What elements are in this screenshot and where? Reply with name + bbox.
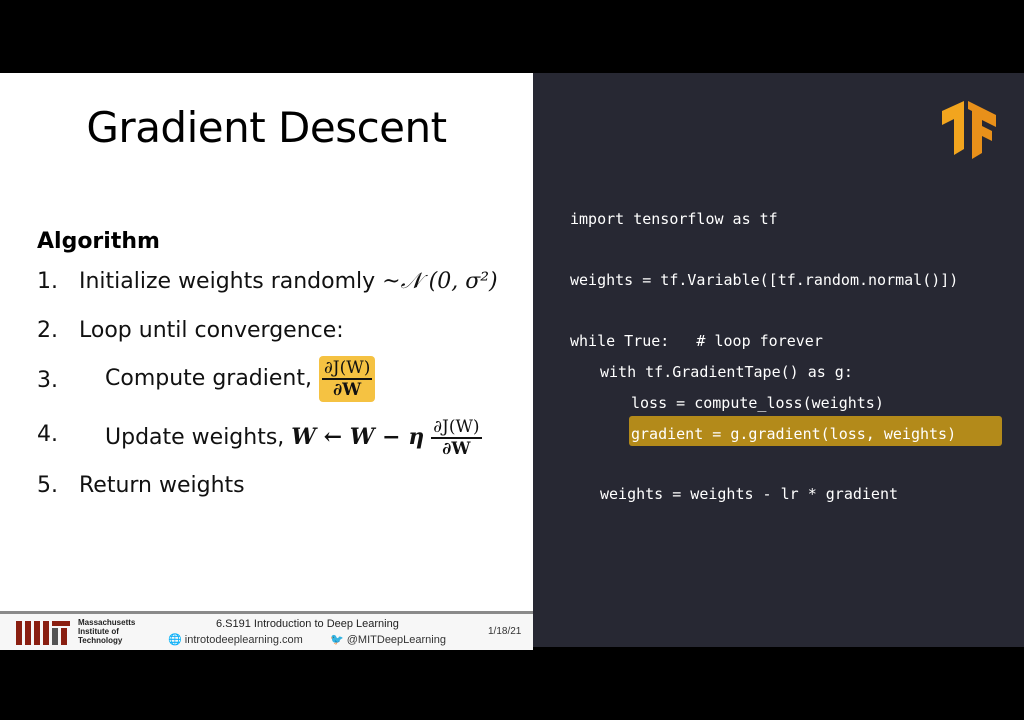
fraction-denominator: ∂W [333,380,362,400]
step-text: Initialize weights randomly [79,269,383,294]
step-number: 2. [37,318,58,343]
step-2: Loop until convergence: [79,318,344,343]
step-number: 5. [37,473,58,498]
twitter-handle: @MITDeepLearning [346,634,446,646]
code-line-weights-init: weights = tf.Variable([tf.random.normal(… [570,271,959,289]
step-text: Update weights, [105,425,292,450]
slide-title: Gradient Descent [86,103,447,152]
step-number: 3. [37,368,58,393]
globe-icon: 🌐 [168,634,185,646]
code-line-with: with tf.GradientTape() as g: [600,363,853,381]
code-line-gradient: gradient = g.gradient(loss, weights) [631,425,957,443]
step-math: W ← W − η [291,424,425,450]
step-4: Update weights, W ← W − η ∂J(W) ∂W [105,417,482,459]
code-line-while: while True: # loop forever [570,332,823,350]
twitter-icon: 🐦 [330,634,347,646]
twitter-link[interactable]: 🐦 @MITDeepLearning [330,633,446,646]
mit-name: Massachusetts Institute of Technology [78,618,136,645]
step-3: Compute gradient, ∂J(W) ∂W [105,356,376,402]
code-line-import: import tensorflow as tf [570,210,778,228]
step-1: Initialize weights randomly ~𝒩 (0, σ²) [79,269,498,294]
code-line-loss: loss = compute_loss(weights) [631,394,884,412]
fraction-numerator: ∂J(W) [431,417,482,439]
step-number: 1. [37,269,58,294]
step-text: Compute gradient, [105,366,319,391]
step-number: 4. [37,422,58,447]
website-link[interactable]: 🌐 introtodeeplearning.com [168,633,303,646]
tensorflow-logo [942,101,996,159]
gradient-highlight: ∂J(W) ∂W [318,356,376,402]
code-line-update: weights = weights - lr * gradient [600,485,899,503]
slide-date: 1/18/21 [488,626,522,637]
slide-panel: Gradient Descent Algorithm 1. Initialize… [0,73,533,650]
fraction-denominator: ∂W [442,439,471,459]
fraction-numerator: ∂J(W) [321,358,373,380]
code-panel: import tensorflow as tf weights = tf.Var… [533,73,1024,647]
course-title: 6.S191 Introduction to Deep Learning [216,618,399,630]
slide-footer: Massachusetts Institute of Technology 6.… [0,611,533,650]
algorithm-heading: Algorithm [37,229,160,254]
website-text: introtodeeplearning.com [184,634,303,646]
update-fraction: ∂J(W) ∂W [431,417,482,459]
mit-logo [16,621,70,645]
gradient-fraction: ∂J(W) ∂W [321,358,373,400]
step-5: Return weights [79,473,245,498]
step-math: ~𝒩 (0, σ²) [382,269,498,294]
